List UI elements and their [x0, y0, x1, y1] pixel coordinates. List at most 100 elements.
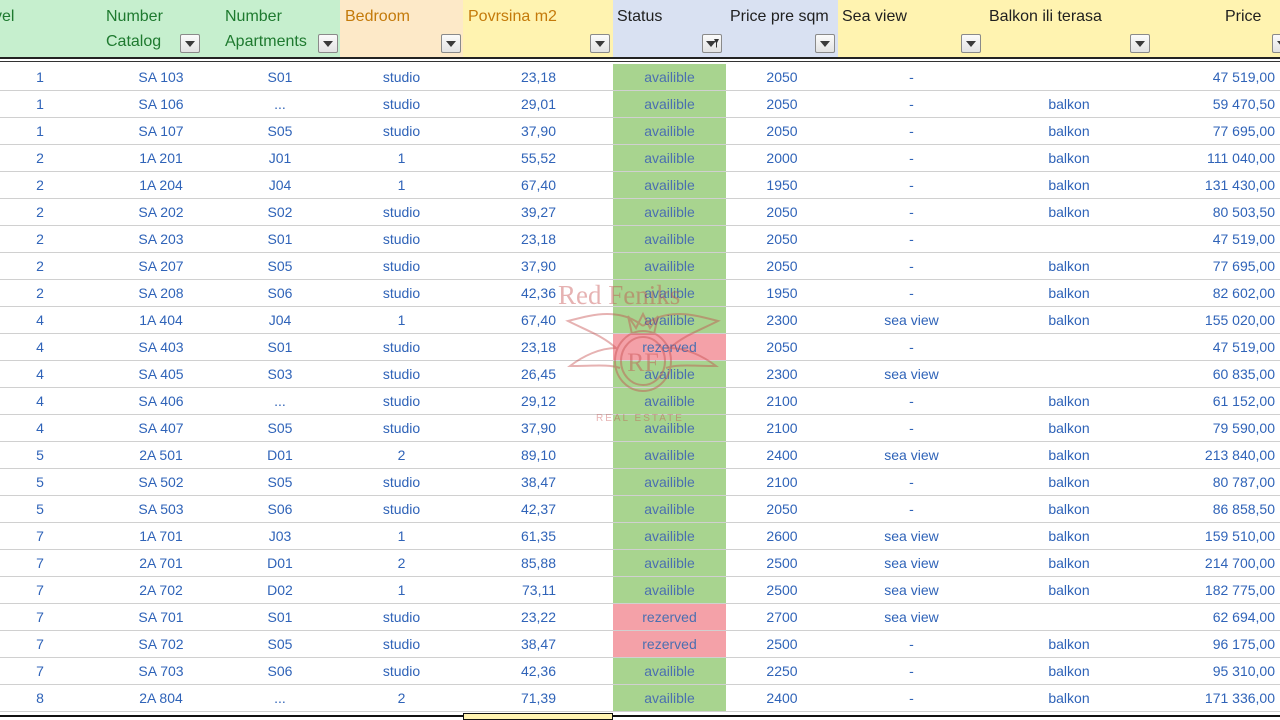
price-cell[interactable]: 80 503,50 — [1153, 199, 1275, 225]
status-cell[interactable]: availible — [613, 118, 726, 144]
filter-dropdown-button[interactable] — [441, 34, 461, 53]
status-cell[interactable]: availible — [613, 280, 726, 306]
sea_view-cell[interactable]: - — [838, 253, 985, 279]
price_sqm-cell[interactable]: 2100 — [726, 388, 838, 414]
povrsina-cell[interactable]: 42,36 — [463, 658, 556, 684]
balkon-cell[interactable]: balkon — [985, 199, 1153, 225]
povrsina-cell[interactable]: 61,35 — [463, 523, 556, 549]
status-cell[interactable]: availible — [613, 469, 726, 495]
balkon-cell[interactable]: balkon — [985, 577, 1153, 603]
price-cell[interactable]: 82 602,00 — [1153, 280, 1275, 306]
bedroom-cell[interactable]: studio — [340, 253, 463, 279]
number_catalog-cell[interactable]: SA 406 — [105, 388, 217, 414]
status-cell[interactable]: availible — [613, 199, 726, 225]
balkon-cell[interactable]: balkon — [985, 388, 1153, 414]
level-cell[interactable]: 5 — [20, 496, 60, 522]
number_apartments-cell[interactable]: D01 — [220, 442, 340, 468]
number_apartments-cell[interactable]: S02 — [220, 199, 340, 225]
number_catalog-cell[interactable]: SA 207 — [105, 253, 217, 279]
number_catalog-cell[interactable]: SA 106 — [105, 91, 217, 117]
number_catalog-cell[interactable]: 2A 702 — [105, 577, 217, 603]
bedroom-cell[interactable]: studio — [340, 604, 463, 630]
number_catalog-cell[interactable]: 1A 201 — [105, 145, 217, 171]
sea_view-cell[interactable]: - — [838, 199, 985, 225]
povrsina-cell[interactable]: 23,22 — [463, 604, 556, 630]
price_sqm-cell[interactable]: 2500 — [726, 631, 838, 657]
number_apartments-cell[interactable]: S06 — [220, 658, 340, 684]
price_sqm-cell[interactable]: 2400 — [726, 685, 838, 711]
balkon-cell[interactable]: balkon — [985, 550, 1153, 576]
number_catalog-cell[interactable]: 1A 204 — [105, 172, 217, 198]
sea_view-cell[interactable]: - — [838, 91, 985, 117]
bedroom-cell[interactable]: 2 — [340, 442, 463, 468]
status-cell[interactable]: rezerved — [613, 334, 726, 360]
bedroom-cell[interactable]: studio — [340, 361, 463, 387]
price-cell[interactable]: 79 590,00 — [1153, 415, 1275, 441]
povrsina-cell[interactable]: 38,47 — [463, 631, 556, 657]
sea_view-cell[interactable]: - — [838, 388, 985, 414]
balkon-cell[interactable]: balkon — [985, 280, 1153, 306]
sea_view-cell[interactable]: - — [838, 658, 985, 684]
status-cell[interactable]: availible — [613, 550, 726, 576]
number_apartments-cell[interactable]: S05 — [220, 415, 340, 441]
filter-dropdown-button[interactable] — [1130, 34, 1150, 53]
number_catalog-cell[interactable]: SA 203 — [105, 226, 217, 252]
price_sqm-cell[interactable]: 2100 — [726, 469, 838, 495]
povrsina-cell[interactable]: 23,18 — [463, 64, 556, 90]
price-cell[interactable]: 47 519,00 — [1153, 64, 1275, 90]
sea_view-cell[interactable]: - — [838, 64, 985, 90]
sea_view-cell[interactable]: - — [838, 145, 985, 171]
status-cell[interactable]: availible — [613, 361, 726, 387]
sea_view-cell[interactable]: - — [838, 280, 985, 306]
number_apartments-cell[interactable]: S03 — [220, 361, 340, 387]
number_catalog-cell[interactable]: SA 502 — [105, 469, 217, 495]
level-cell[interactable]: 2 — [20, 280, 60, 306]
price-cell[interactable]: 59 470,50 — [1153, 91, 1275, 117]
level-cell[interactable]: 7 — [20, 658, 60, 684]
balkon-cell[interactable]: balkon — [985, 523, 1153, 549]
balkon-cell[interactable]: balkon — [985, 631, 1153, 657]
bedroom-cell[interactable]: studio — [340, 280, 463, 306]
bedroom-cell[interactable]: studio — [340, 631, 463, 657]
sea_view-cell[interactable]: - — [838, 415, 985, 441]
balkon-cell[interactable]: balkon — [985, 145, 1153, 171]
price_sqm-cell[interactable]: 2000 — [726, 145, 838, 171]
sea_view-cell[interactable]: sea view — [838, 577, 985, 603]
balkon-cell[interactable] — [985, 64, 1153, 90]
povrsina-cell[interactable]: 71,39 — [463, 685, 556, 711]
price_sqm-cell[interactable]: 2050 — [726, 496, 838, 522]
bedroom-cell[interactable]: 1 — [340, 577, 463, 603]
balkon-cell[interactable]: balkon — [985, 658, 1153, 684]
povrsina-cell[interactable]: 55,52 — [463, 145, 556, 171]
status-cell[interactable]: availible — [613, 577, 726, 603]
filter-dropdown-button[interactable] — [318, 34, 338, 53]
bedroom-cell[interactable]: 1 — [340, 307, 463, 333]
bedroom-cell[interactable]: studio — [340, 226, 463, 252]
price_sqm-cell[interactable]: 2050 — [726, 64, 838, 90]
number_apartments-cell[interactable]: ... — [220, 388, 340, 414]
number_catalog-cell[interactable]: 1A 701 — [105, 523, 217, 549]
price_sqm-cell[interactable]: 2050 — [726, 334, 838, 360]
price-cell[interactable]: 96 175,00 — [1153, 631, 1275, 657]
level-cell[interactable]: 8 — [20, 685, 60, 711]
number_catalog-cell[interactable]: SA 107 — [105, 118, 217, 144]
sea_view-cell[interactable]: - — [838, 496, 985, 522]
status-cell[interactable]: availible — [613, 496, 726, 522]
price_sqm-cell[interactable]: 1950 — [726, 280, 838, 306]
povrsina-cell[interactable]: 37,90 — [463, 253, 556, 279]
number_apartments-cell[interactable]: J04 — [220, 307, 340, 333]
price-cell[interactable]: 47 519,00 — [1153, 334, 1275, 360]
price-cell[interactable]: 155 020,00 — [1153, 307, 1275, 333]
level-cell[interactable]: 7 — [20, 631, 60, 657]
number_apartments-cell[interactable]: S01 — [220, 334, 340, 360]
price-cell[interactable]: 61 152,00 — [1153, 388, 1275, 414]
price_sqm-cell[interactable]: 2250 — [726, 658, 838, 684]
price-cell[interactable]: 159 510,00 — [1153, 523, 1275, 549]
level-cell[interactable]: 4 — [20, 334, 60, 360]
level-cell[interactable]: 4 — [20, 361, 60, 387]
bedroom-cell[interactable]: studio — [340, 415, 463, 441]
balkon-cell[interactable] — [985, 604, 1153, 630]
number_apartments-cell[interactable]: S05 — [220, 469, 340, 495]
status-cell[interactable]: availible — [613, 145, 726, 171]
number_catalog-cell[interactable]: SA 503 — [105, 496, 217, 522]
